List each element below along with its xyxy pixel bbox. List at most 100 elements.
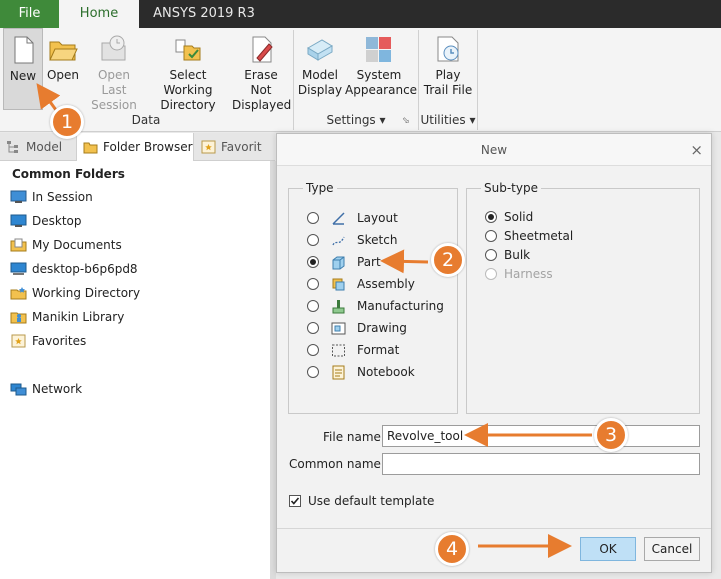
dialog-separator xyxy=(277,528,711,529)
new-button[interactable]: New xyxy=(3,28,43,110)
subtype-solid-radio[interactable] xyxy=(485,211,497,223)
folder-working-directory[interactable]: Working Directory xyxy=(10,283,140,303)
folder-manikin-library[interactable]: Manikin Library xyxy=(10,307,124,327)
subtype-option-harness: Harness xyxy=(485,265,605,283)
open-last-session-label: Open Last Session xyxy=(91,68,137,112)
layout-icon xyxy=(332,212,345,225)
subtype-bulk-radio[interactable] xyxy=(485,249,497,261)
subtype-group: Sub-type Solid Sheetmetal Bulk Harness xyxy=(466,181,700,414)
play-trail-file-label: Play Trail File xyxy=(423,68,473,97)
session-icon xyxy=(10,190,27,203)
open-last-session-button[interactable]: Open Last Session xyxy=(84,28,144,112)
annotation-badge-3: 3 xyxy=(594,418,628,452)
type-option-notebook[interactable]: Notebook xyxy=(307,363,447,381)
type-notebook-radio[interactable] xyxy=(307,366,319,378)
file-name-label: File name: xyxy=(323,430,385,444)
play-trail-file-button[interactable]: Play Trail File xyxy=(422,28,474,110)
subtype-option-sheetmetal[interactable]: Sheetmetal xyxy=(485,227,605,245)
file-name-input[interactable] xyxy=(382,425,700,447)
folder-desktop[interactable]: Desktop xyxy=(10,211,82,231)
open-button[interactable]: Open xyxy=(44,28,82,110)
system-appearance-icon xyxy=(366,37,391,62)
favorites-tab-icon xyxy=(201,140,216,154)
ribbon-tab-bar: File Home ANSYS 2019 R3 xyxy=(0,0,721,28)
model-tree-icon xyxy=(7,141,18,153)
type-option-format[interactable]: Format xyxy=(307,341,447,359)
new-dialog: New × Type Layout Sketch Part Assembly M… xyxy=(276,133,712,573)
tab-favorites-label: Favorit xyxy=(221,140,262,154)
model-display-icon xyxy=(307,39,333,61)
tab-folder-browser[interactable]: Folder Browser xyxy=(76,133,194,161)
tab-ansys[interactable]: ANSYS 2019 R3 xyxy=(139,0,269,28)
settings-launcher-icon[interactable]: ⬂ xyxy=(402,116,410,126)
type-option-manufacturing[interactable]: Manufacturing xyxy=(307,297,457,315)
part-icon xyxy=(332,256,345,270)
subtype-legend: Sub-type xyxy=(481,181,541,195)
subtype-option-bulk[interactable]: Bulk xyxy=(485,246,605,264)
folder-favorites[interactable]: Favorites xyxy=(10,331,86,351)
tab-home[interactable]: Home xyxy=(59,0,139,28)
checkmark-icon xyxy=(290,497,300,505)
new-file-icon xyxy=(14,36,34,64)
type-assembly-radio[interactable] xyxy=(307,278,319,290)
erase-not-displayed-button[interactable]: Erase Not Displayed xyxy=(232,28,291,112)
network-icon xyxy=(10,383,27,396)
type-option-drawing[interactable]: Drawing xyxy=(307,319,447,337)
folder-network[interactable]: Network xyxy=(10,379,82,399)
type-manufacturing-radio[interactable] xyxy=(307,300,319,312)
type-drawing-radio[interactable] xyxy=(307,322,319,334)
tab-model-label: Model xyxy=(26,140,63,154)
ribbon: New Open Open Last Session Select Workin… xyxy=(0,28,721,132)
type-option-assembly[interactable]: Assembly xyxy=(307,275,447,293)
type-sketch-radio[interactable] xyxy=(307,234,319,246)
left-panel-tabs: Model Folder Browser Favorit xyxy=(0,133,275,161)
type-layout-radio[interactable] xyxy=(307,212,319,224)
manufacturing-icon xyxy=(332,300,345,314)
type-group: Type Layout Sketch Part Assembly Manufac… xyxy=(288,181,458,414)
subtype-option-solid[interactable]: Solid xyxy=(485,208,605,226)
assembly-icon xyxy=(332,278,345,291)
group-label-settings[interactable]: Settings ▾ xyxy=(294,113,418,127)
select-working-directory-button[interactable]: Select Working Directory xyxy=(146,28,230,112)
group-label-utilities[interactable]: Utilities ▾ xyxy=(419,113,477,127)
use-default-template-label[interactable]: Use default template xyxy=(308,494,434,508)
ok-button[interactable]: OK xyxy=(580,537,636,561)
system-appearance-button[interactable]: System Appearance xyxy=(345,28,417,110)
select-working-directory-icon xyxy=(175,39,201,61)
folder-computer[interactable]: desktop-b6p6pd8 xyxy=(10,259,138,279)
close-icon[interactable]: × xyxy=(690,134,703,166)
sketch-icon xyxy=(332,236,345,246)
tab-favorites[interactable]: Favorit xyxy=(195,133,275,161)
subtype-sheetmetal-radio[interactable] xyxy=(485,230,497,242)
common-name-input[interactable] xyxy=(382,453,700,475)
library-icon xyxy=(10,312,27,324)
type-part-radio[interactable] xyxy=(307,256,319,268)
group-label-data: Data xyxy=(131,113,161,127)
model-display-button[interactable]: Model Display xyxy=(297,28,343,110)
annotation-badge-4: 4 xyxy=(435,532,469,566)
desktop-icon xyxy=(10,214,27,227)
open-folder-icon xyxy=(49,41,78,61)
select-working-directory-label: Select Working Directory xyxy=(160,68,216,112)
drawing-icon xyxy=(331,322,346,335)
folder-in-session[interactable]: In Session xyxy=(10,187,93,207)
open-last-session-icon xyxy=(101,35,126,61)
favorites-icon xyxy=(11,334,26,348)
folder-my-documents[interactable]: My Documents xyxy=(10,235,122,255)
type-option-layout[interactable]: Layout xyxy=(307,209,447,227)
new-button-label: New xyxy=(9,69,37,83)
system-appearance-label: System Appearance xyxy=(345,68,418,97)
notebook-icon xyxy=(332,365,345,380)
type-format-radio[interactable] xyxy=(307,344,319,356)
subtype-harness-radio xyxy=(485,268,497,280)
tab-file[interactable]: File xyxy=(0,0,59,28)
cancel-button[interactable]: Cancel xyxy=(644,537,700,561)
dialog-title: New xyxy=(277,134,711,166)
common-folders-title: Common Folders xyxy=(12,167,125,181)
type-option-sketch[interactable]: Sketch xyxy=(307,231,447,249)
folder-browser-icon xyxy=(83,142,98,154)
tab-folder-browser-label: Folder Browser xyxy=(103,140,193,154)
model-display-label: Model Display xyxy=(297,68,343,97)
type-option-part[interactable]: Part xyxy=(307,253,447,271)
use-default-template-checkbox[interactable] xyxy=(289,495,301,507)
